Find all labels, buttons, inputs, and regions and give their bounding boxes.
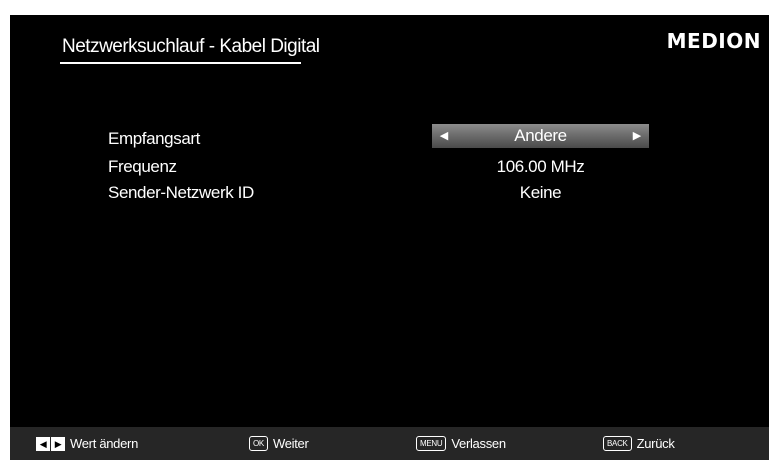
hint-ok[interactable]: OK Weiter — [249, 427, 309, 460]
hint-ok-label: Weiter — [272, 436, 309, 451]
reception-type-value: Andere — [514, 126, 567, 145]
hint-menu[interactable]: MENU Verlassen — [416, 427, 506, 460]
title-underline — [60, 62, 301, 64]
left-arrow-icon[interactable]: ◀ — [434, 124, 454, 148]
hint-back[interactable]: BACK Zurück — [603, 427, 675, 460]
left-key-icon: ◀ — [36, 436, 50, 451]
hint-menu-label: Verlassen — [451, 436, 506, 451]
reception-type-selector[interactable]: ◀ Andere ▶ — [432, 124, 649, 148]
network-id-label: Sender-Netzwerk ID — [108, 183, 254, 202]
right-key-icon: ▶ — [51, 436, 65, 451]
medion-logo: MEDION — [666, 29, 761, 53]
reception-type-label: Empfangsart — [108, 129, 200, 148]
frequency-label: Frequenz — [108, 157, 177, 176]
hint-change-value-label: Wert ändern — [70, 436, 138, 451]
hint-back-label: Zurück — [636, 436, 675, 451]
footer-hint-bar: ◀ ▶ Wert ändern OK Weiter MENU Verlassen… — [10, 427, 769, 460]
ok-key-icon: OK — [249, 436, 268, 451]
back-key-icon: BACK — [603, 436, 632, 451]
right-arrow-icon[interactable]: ▶ — [627, 124, 647, 148]
page-title: Netzwerksuchlauf - Kabel Digital — [62, 36, 320, 57]
network-id-value[interactable]: Keine — [432, 182, 649, 204]
menu-key-icon: MENU — [416, 436, 447, 451]
tv-screen: Netzwerksuchlauf - Kabel Digital MEDION … — [10, 15, 769, 460]
hint-change-value[interactable]: ◀ ▶ Wert ändern — [36, 427, 138, 460]
frequency-value[interactable]: 106.00 MHz — [432, 156, 649, 178]
